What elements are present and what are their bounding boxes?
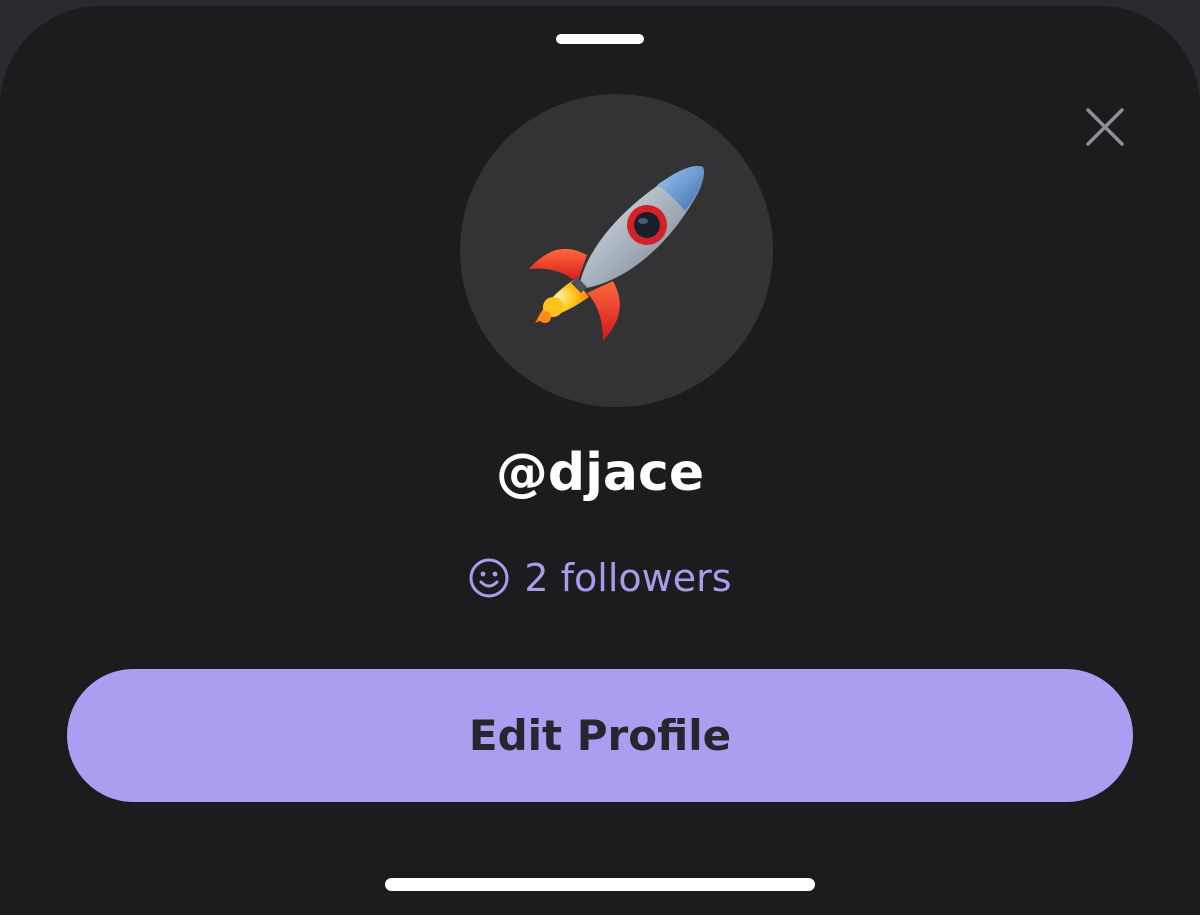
smiley-icon [468,557,510,599]
close-button[interactable] [1078,100,1132,154]
close-icon [1086,108,1124,146]
followers-count: 2 followers [524,556,732,600]
rocket-icon [528,165,704,341]
username: @djace [495,443,705,503]
sheet-grabber[interactable] [556,34,644,44]
home-indicator [385,878,815,891]
followers-link[interactable]: 2 followers [0,550,1200,606]
avatar[interactable] [460,94,773,407]
profile-sheet: @djace 2 followers Edit Profile [0,6,1200,915]
edit-profile-button[interactable]: Edit Profile [67,669,1133,802]
